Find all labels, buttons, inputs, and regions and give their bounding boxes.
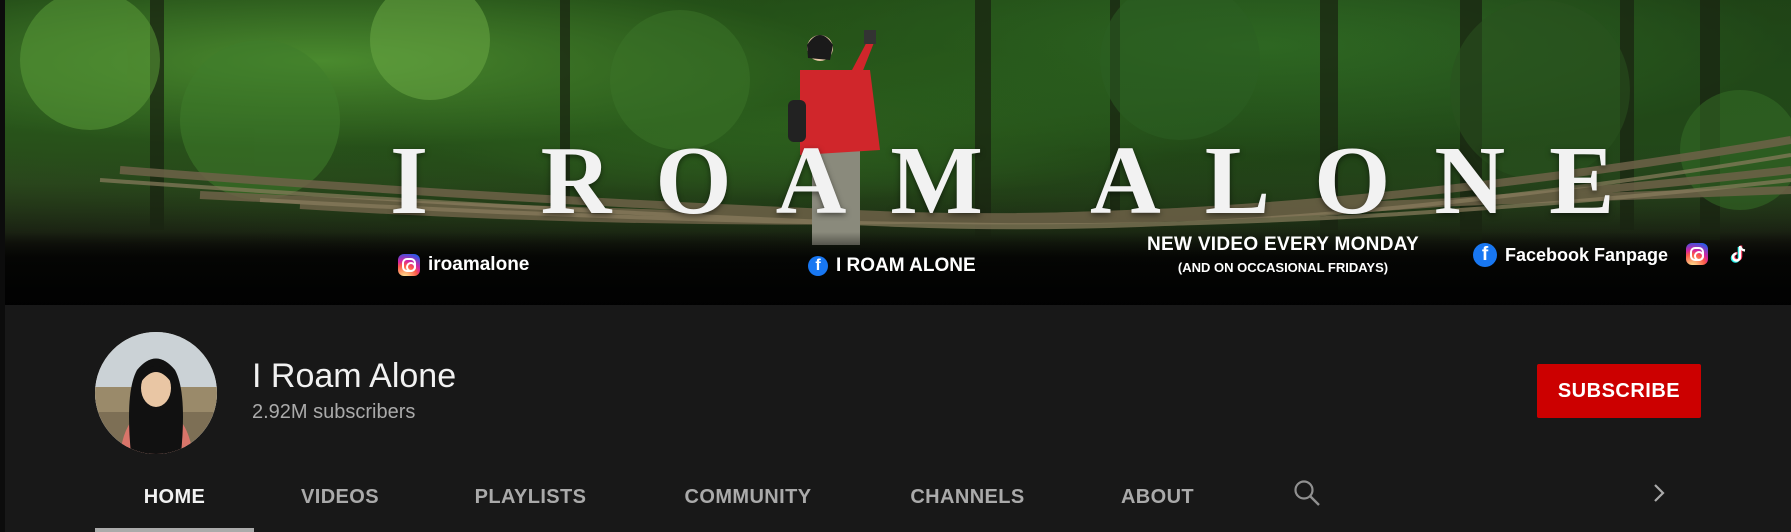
channel-avatar[interactable] [95,332,217,454]
left-edge [0,0,5,532]
tiktok-icon [1730,245,1746,263]
tab-community[interactable]: COMMUNITY [663,466,833,528]
banner-title: I ROAM ALONE [390,127,1659,235]
tab-label: CHANNELS [910,485,1025,508]
facebook-icon: f [1473,243,1497,267]
tab-label: PLAYLISTS [474,485,587,508]
facebook-fanpage-label: Facebook Fanpage [1505,244,1669,265]
upload-schedule: NEW VIDEO EVERY MONDAY (AND ON OCCASIONA… [1133,234,1433,275]
channel-name: I Roam Alone [252,357,457,395]
tab-playlists[interactable]: PLAYLISTS [453,466,608,528]
tab-about[interactable]: ABOUT [1100,466,1215,528]
facebook-name: I ROAM ALONE [836,255,976,276]
tabs-scroll-right-button[interactable] [1646,478,1672,508]
facebook-icon: f [808,256,828,276]
avatar-image [95,332,217,454]
active-tab-indicator [95,528,254,532]
subscriber-count: 2.92M subscribers [252,401,416,423]
tab-home[interactable]: HOME [95,466,254,532]
search-icon [1294,480,1320,506]
subscribe-button[interactable]: SUBSCRIBE [1537,364,1701,418]
schedule-line-2: (AND ON OCCASIONAL FRIDAYS) [1177,260,1389,275]
tab-videos[interactable]: VIDEOS [275,466,405,528]
channel-banner: I ROAM ALONE iroamalone f I ROAM ALONE N… [0,0,1791,305]
chevron-right-icon [1654,484,1665,502]
facebook-fanpage-link[interactable]: f Facebook Fanpage [1473,243,1668,267]
tab-channels[interactable]: CHANNELS [890,466,1045,528]
instagram-icon [398,254,420,276]
banner-facebook-link[interactable]: f I ROAM ALONE [808,255,976,277]
banner-tiktok-link[interactable] [1728,243,1750,265]
tab-label: HOME [143,485,206,508]
tab-label: VIDEOS [301,485,379,508]
instagram-handle: iroamalone [428,254,530,275]
tab-label: ABOUT [1120,485,1195,508]
schedule-line-1: NEW VIDEO EVERY MONDAY [1147,234,1419,255]
tab-label: COMMUNITY [684,485,812,508]
channel-search-button[interactable] [1292,478,1322,508]
banner-instagram-link[interactable]: iroamalone [398,254,529,276]
instagram-icon [1686,243,1708,265]
banner-instagram-icon-link[interactable] [1686,243,1708,265]
